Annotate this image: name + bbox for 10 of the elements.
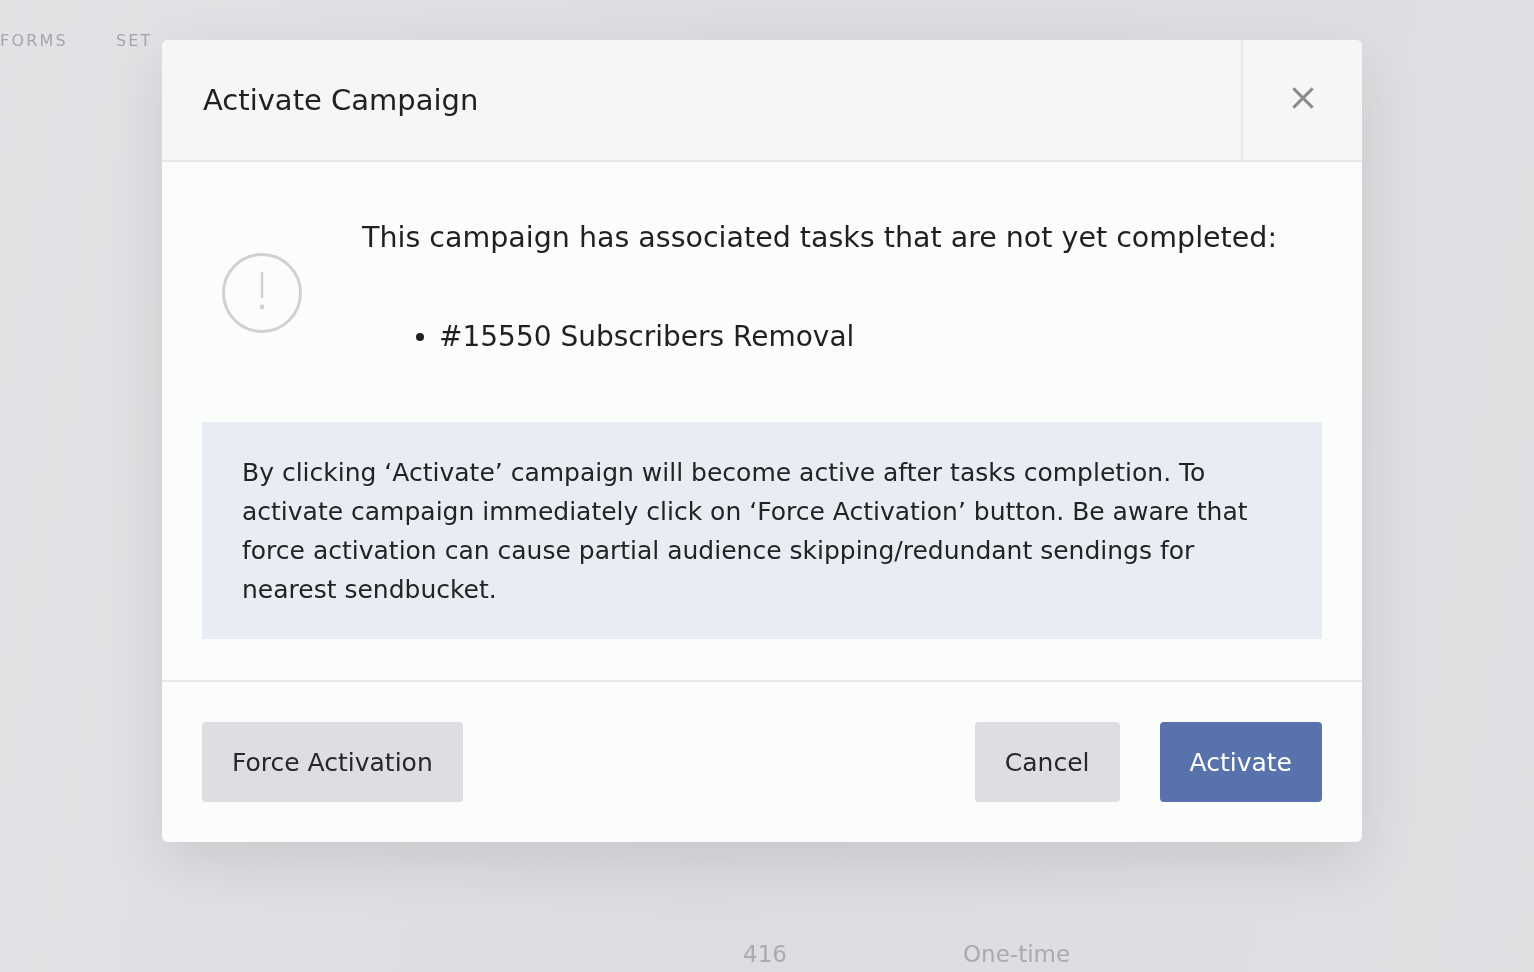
activate-button[interactable]: Activate (1159, 722, 1322, 802)
secondary-button[interactable]: Force Activation (202, 722, 463, 802)
warning-icon (222, 253, 302, 333)
bullet-icon (416, 333, 424, 341)
task-item: #15550 Subscribers Removal (439, 319, 855, 355)
close-icon (1291, 87, 1314, 109)
info-notice: By clicking ‘Activate’ campaign will become active after tasks completion. To activate campaign immediately click on ‘Force Activation’ button. Be aware that force activation can cause partial audience skipping/redundant sendings for nearest sendbucket. (202, 422, 1322, 639)
secondary-button[interactable]: Cancel (974, 722, 1120, 802)
dialog-title: Activate Campaign (202, 82, 480, 118)
warning-message: This campaign has associated tasks that are not yet completed: (362, 220, 1278, 256)
